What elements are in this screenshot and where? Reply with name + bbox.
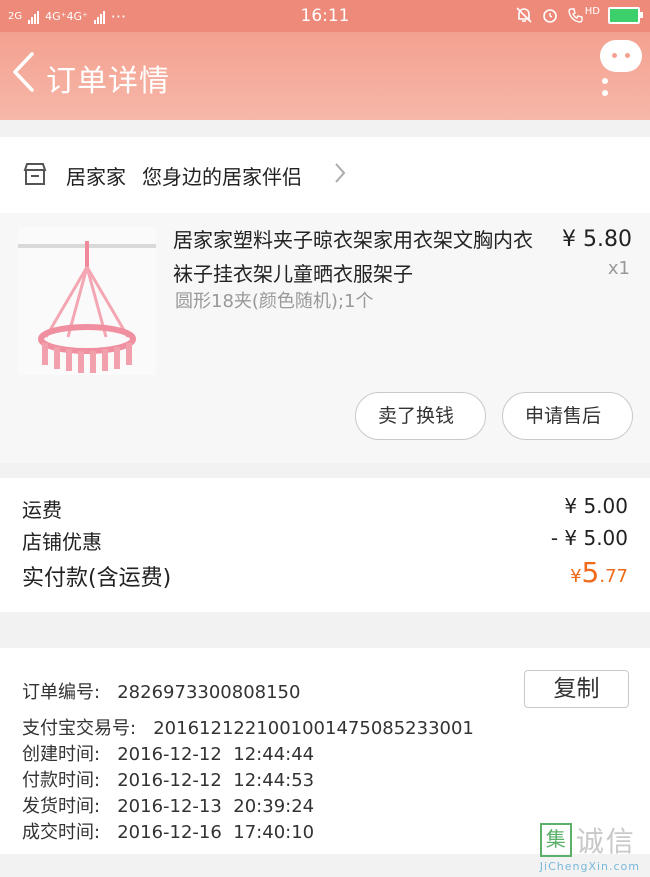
alipay-trade-number: 支付宝交易号: 2016121221001001475085233001: [22, 718, 474, 739]
paid-integer: 5: [581, 556, 600, 589]
order-item[interactable]: 居家家塑料夹子晾衣架家用衣架文胸内衣袜子挂衣架儿童晒衣服架子 圆形18夹(颜色随…: [0, 213, 650, 463]
paid-label: 实付款(含运费): [22, 566, 172, 591]
status-bar: 2G 4G⁺4G⁺ ··· 16:11 HD: [0, 0, 650, 32]
payment-time: 付款时间: 2016-12-12 12:44:53: [22, 770, 315, 791]
watermark-url: JiChengXin.com: [539, 860, 640, 873]
chevron-right-icon: [335, 163, 346, 183]
product-image: [18, 227, 156, 375]
hd-label: HD: [584, 5, 600, 17]
paid-value: ¥5.77: [570, 556, 628, 589]
bell-off-icon: [516, 7, 532, 23]
shipping-row: 运费 ¥ 5.00: [22, 494, 628, 523]
copy-button[interactable]: 复制: [524, 670, 629, 708]
chat-bubble-icon: [600, 40, 642, 72]
discount-row: 店铺优惠 - ¥ 5.00: [22, 526, 628, 555]
watermark-text: 诚信: [575, 825, 636, 858]
shipping-time: 发货时间: 2016-12-13 20:39:24: [22, 796, 315, 817]
shop-row[interactable]: 居家家 您身边的居家伴侣: [0, 137, 650, 213]
after-sales-button[interactable]: 申请售后: [502, 392, 633, 440]
message-more-button[interactable]: [598, 40, 642, 106]
completed-time: 成交时间: 2016-12-16 17:40:10: [22, 822, 315, 843]
product-spec: 圆形18夹(颜色随机);1个: [175, 291, 374, 312]
discount-value: - ¥ 5.00: [550, 526, 628, 550]
paid-decimal: .77: [599, 566, 628, 587]
alarm-icon: [542, 9, 557, 23]
sell-for-cash-button[interactable]: 卖了换钱: [355, 392, 486, 440]
shipping-label: 运费: [22, 498, 62, 522]
more-vertical-icon: [602, 78, 608, 102]
back-button[interactable]: [10, 50, 50, 100]
chevron-left-icon: [13, 52, 34, 92]
paid-currency: ¥: [570, 566, 582, 587]
product-name[interactable]: 居家家塑料夹子晾衣架家用衣架文胸内衣袜子挂衣架儿童晒衣服架子: [173, 223, 548, 291]
page-title: 订单详情: [46, 64, 170, 99]
watermark-box: 集: [539, 823, 572, 857]
phone-hd-icon: [568, 8, 583, 23]
fee-summary: 运费 ¥ 5.00 店铺优惠 - ¥ 5.00 实付款(含运费) ¥5.77: [0, 478, 650, 612]
shop-slogan: 您身边的居家伴侣: [142, 165, 302, 189]
product-price: ¥ 5.80: [562, 227, 632, 252]
paid-row: 实付款(含运费) ¥5.77: [22, 556, 628, 592]
battery-icon: [608, 6, 643, 24]
shipping-value: ¥ 5.00: [564, 494, 628, 518]
created-time: 创建时间: 2016-12-12 12:44:44: [22, 744, 315, 765]
shop-name: 居家家: [66, 165, 126, 189]
nav-header: 订单详情: [0, 32, 650, 120]
product-quantity: x1: [607, 258, 630, 279]
order-number: 订单编号: 2826973300808150: [22, 682, 301, 703]
watermark-logo: 集 诚信 JiChengXin.com: [539, 820, 640, 873]
discount-label: 店铺优惠: [22, 530, 102, 554]
store-icon: [23, 163, 47, 185]
